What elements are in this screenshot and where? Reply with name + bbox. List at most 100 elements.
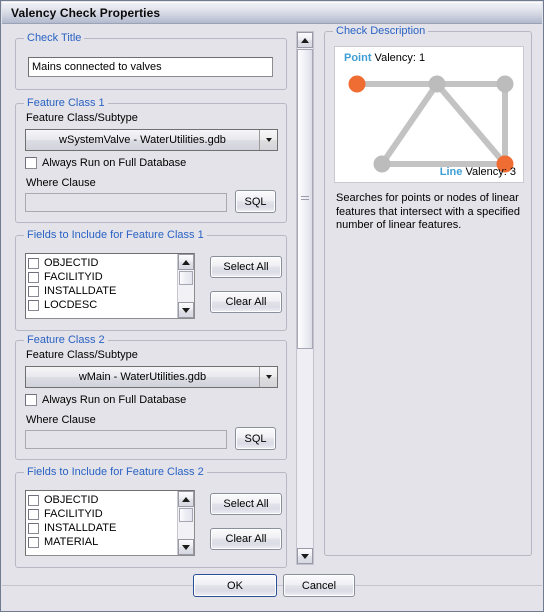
fields-2-rows: OBJECTID FACILITYID INSTALLDATE MATERIAL (26, 491, 177, 555)
list-item[interactable]: OBJECTID (28, 256, 177, 270)
scroll-up-button[interactable] (178, 254, 194, 270)
checkbox-box[interactable] (28, 508, 39, 520)
feature-class-1-subtype-value: wSystemValve - WaterUtilities.gdb (59, 134, 226, 146)
feature-class-2-always-run-checkbox[interactable]: Always Run on Full Database (25, 394, 186, 406)
scroll-thumb[interactable] (179, 271, 193, 285)
feature-class-1-subtype-combo[interactable]: wSystemValve - WaterUtilities.gdb (25, 129, 278, 151)
chevron-down-icon[interactable] (259, 367, 277, 387)
ok-button-label: OK (227, 579, 243, 592)
chevron-down-icon (301, 553, 309, 559)
feature-class-2-group: Feature Class 2 Feature Class/Subtype wM… (15, 334, 287, 460)
fields-2-group: Fields to Include for Feature Class 2 OB… (15, 466, 287, 568)
fields-2-listbox[interactable]: OBJECTID FACILITYID INSTALLDATE MATERIAL (25, 490, 195, 556)
title-bar: Valency Check Properties (2, 2, 542, 24)
point-valency-value: Valency: 1 (371, 52, 426, 64)
line-valency-value: Valency: 3 (462, 166, 516, 178)
fields-2-clear-all-label: Clear All (225, 533, 267, 545)
checkbox-box (25, 157, 37, 169)
point-valency-keyword: Point (344, 52, 372, 64)
feature-class-2-subtype-combo[interactable]: wMain - WaterUtilities.gdb (25, 366, 278, 388)
checkbox-box (25, 394, 37, 406)
scroll-down-button[interactable] (178, 302, 194, 318)
feature-class-2-subtype-label: Feature Class/Subtype (26, 349, 138, 361)
feature-class-1-always-run-checkbox[interactable]: Always Run on Full Database (25, 157, 186, 169)
feature-class-2-where-input[interactable] (25, 430, 227, 449)
list-item[interactable]: MATERIAL (28, 535, 177, 549)
feature-class-2-always-run-label: Always Run on Full Database (42, 394, 187, 406)
feature-class-1-subtype-label: Feature Class/Subtype (26, 112, 138, 124)
cancel-button[interactable]: Cancel (283, 574, 355, 597)
scroll-thumb-grip (301, 196, 309, 202)
graph-node-point-highlight (348, 75, 366, 93)
scroll-down-button[interactable] (297, 548, 313, 564)
list-item-label: MATERIAL (44, 536, 99, 548)
fields-1-clear-all-button[interactable]: Clear All (210, 291, 282, 313)
graph-node (496, 75, 514, 93)
feature-class-1-where-label: Where Clause (26, 177, 96, 189)
chevron-down-icon[interactable] (259, 130, 277, 150)
dialog-client-area: Check Title Mains connected to valves Fe… (2, 24, 542, 611)
feature-class-1-sql-label: SQL (244, 195, 267, 208)
chevron-up-icon (301, 37, 309, 43)
list-item[interactable]: FACILITYID (28, 507, 177, 521)
fields-1-rows: OBJECTID FACILITYID INSTALLDATE LOCDESC (26, 254, 177, 318)
graph-node (373, 155, 391, 173)
fields-2-clear-all-button[interactable]: Clear All (210, 528, 282, 550)
check-description-legend: Check Description (333, 25, 429, 37)
fields-2-select-all-button[interactable]: Select All (210, 493, 282, 515)
checkbox-box[interactable] (28, 494, 39, 506)
scroll-up-button[interactable] (297, 32, 313, 48)
scroll-down-button[interactable] (178, 539, 194, 555)
feature-class-1-group: Feature Class 1 Feature Class/Subtype wS… (15, 97, 287, 223)
scroll-thumb[interactable] (179, 508, 193, 522)
valency-diagram: Point Valency: 1 Line Valency: 3 (334, 46, 524, 183)
check-description-text: Searches for points or nodes of linear f… (336, 192, 521, 231)
ok-button[interactable]: OK (193, 574, 277, 597)
scroll-thumb[interactable] (297, 49, 313, 349)
dialog-vertical-scrollbar[interactable] (296, 31, 314, 565)
checkbox-box[interactable] (28, 522, 39, 534)
checkbox-box[interactable] (28, 285, 39, 297)
checkbox-box[interactable] (28, 299, 39, 311)
feature-class-1-legend: Feature Class 1 (24, 97, 108, 109)
window-title: Valency Check Properties (11, 5, 161, 20)
checkbox-box[interactable] (28, 536, 39, 548)
list-item-label: LOCDESC (44, 299, 98, 311)
point-valency-caption: Point Valency: 1 (344, 52, 425, 64)
fields-1-select-all-button[interactable]: Select All (210, 256, 282, 278)
feature-class-1-always-run-label: Always Run on Full Database (42, 157, 187, 169)
fields-2-select-all-label: Select All (223, 498, 269, 510)
feature-class-2-sql-button[interactable]: SQL (235, 427, 276, 450)
feature-class-2-sql-label: SQL (244, 432, 267, 445)
fields-1-listbox[interactable]: OBJECTID FACILITYID INSTALLDATE LOCDESC (25, 253, 195, 319)
feature-class-2-where-label: Where Clause (26, 414, 96, 426)
feature-class-2-legend: Feature Class 2 (24, 334, 108, 346)
list-item-label: FACILITYID (44, 271, 103, 283)
list-item[interactable]: LOCDESC (28, 298, 177, 312)
line-valency-keyword: Line (439, 166, 463, 178)
feature-class-1-where-input[interactable] (25, 193, 227, 212)
check-title-group: Check Title Mains connected to valves (15, 32, 287, 90)
cancel-button-label: Cancel (301, 579, 337, 592)
list-item[interactable]: FACILITYID (28, 270, 177, 284)
fields-1-select-all-label: Select All (223, 261, 269, 273)
fields-1-clear-all-label: Clear All (225, 296, 267, 308)
checkbox-box[interactable] (28, 257, 39, 269)
check-title-legend: Check Title (24, 32, 85, 44)
fields-1-legend: Fields to Include for Feature Class 1 (24, 229, 207, 241)
checkbox-box[interactable] (28, 271, 39, 283)
scroll-up-button[interactable] (178, 491, 194, 507)
list-item-label: INSTALLDATE (44, 285, 117, 297)
list-item-label: INSTALLDATE (44, 522, 117, 534)
feature-class-2-subtype-value: wMain - WaterUtilities.gdb (78, 371, 207, 383)
feature-class-1-sql-button[interactable]: SQL (235, 190, 276, 213)
list-item[interactable]: INSTALLDATE (28, 284, 177, 298)
list-item[interactable]: OBJECTID (28, 493, 177, 507)
check-title-input[interactable]: Mains connected to valves (28, 57, 273, 77)
fields-1-group: Fields to Include for Feature Class 1 OB… (15, 229, 287, 331)
check-description-group: Check Description Point Valency: 1 Line … (324, 25, 532, 556)
fields-2-legend: Fields to Include for Feature Class 2 (24, 466, 207, 478)
fields-2-scrollbar[interactable] (177, 491, 194, 555)
fields-1-scrollbar[interactable] (177, 254, 194, 318)
list-item[interactable]: INSTALLDATE (28, 521, 177, 535)
